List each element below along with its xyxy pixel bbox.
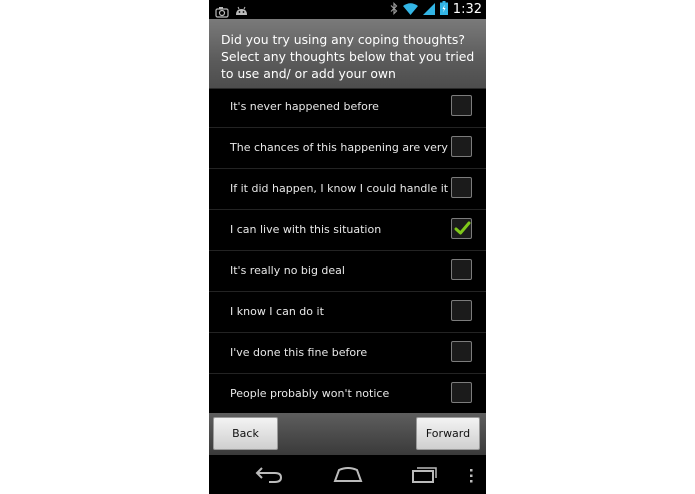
checkbox-unchecked[interactable] xyxy=(451,95,472,116)
list-item[interactable]: I can live with this situation xyxy=(209,210,486,251)
thought-label: The chances of this happening are very l… xyxy=(230,141,471,154)
recents-nav-icon[interactable] xyxy=(410,465,438,487)
forward-button[interactable]: Forward xyxy=(416,417,480,450)
checkbox-unchecked[interactable] xyxy=(451,300,472,321)
thought-label: It's never happened before xyxy=(230,100,379,113)
list-item[interactable]: I know I can do it xyxy=(209,292,486,333)
thought-label: I can live with this situation xyxy=(230,223,382,236)
checkbox-unchecked[interactable] xyxy=(451,136,472,157)
list-item[interactable]: I've done this fine before xyxy=(209,333,486,374)
list-item[interactable]: People probably won't notice xyxy=(209,374,486,413)
list-item[interactable]: The chances of this happening are very l… xyxy=(209,128,486,169)
home-nav-icon[interactable] xyxy=(333,465,363,487)
checkbox-unchecked[interactable] xyxy=(451,259,472,280)
checkbox-unchecked[interactable] xyxy=(451,177,472,198)
thought-label: People probably won't notice xyxy=(230,387,390,400)
wifi-icon xyxy=(402,0,418,19)
battery-icon xyxy=(439,0,448,19)
checkbox-unchecked[interactable] xyxy=(451,382,472,403)
checkbox-checked[interactable] xyxy=(451,218,472,239)
signal-icon xyxy=(422,0,435,19)
checkbox-unchecked[interactable] xyxy=(451,341,472,362)
question-header: Did you try using any coping thoughts? S… xyxy=(209,19,486,89)
checkmark-icon xyxy=(454,221,471,235)
navigation-bar xyxy=(209,455,486,494)
thought-list[interactable]: It's never happened before The chances o… xyxy=(209,87,486,413)
status-time: 1:32 xyxy=(452,2,482,17)
back-button[interactable]: Back xyxy=(213,417,278,450)
back-nav-icon[interactable] xyxy=(255,465,283,487)
list-item[interactable]: It's really no big deal xyxy=(209,251,486,292)
thought-label: I've done this fine before xyxy=(230,346,368,359)
thought-label: It's really no big deal xyxy=(230,264,345,277)
phone-screen: 1:32 Did you try using any coping though… xyxy=(209,0,486,494)
status-bar: 1:32 xyxy=(209,0,486,19)
list-item[interactable]: If it did happen, I know I could handle … xyxy=(209,169,486,210)
button-bar: Back Forward xyxy=(209,413,486,455)
bluetooth-icon xyxy=(390,0,398,19)
thought-label: I know I can do it xyxy=(230,305,324,318)
thought-label: If it did happen, I know I could handle … xyxy=(230,182,449,195)
overflow-menu-icon[interactable] xyxy=(468,468,474,487)
list-item[interactable]: It's never happened before xyxy=(209,87,486,128)
question-title: Did you try using any coping thoughts? S… xyxy=(221,32,475,81)
